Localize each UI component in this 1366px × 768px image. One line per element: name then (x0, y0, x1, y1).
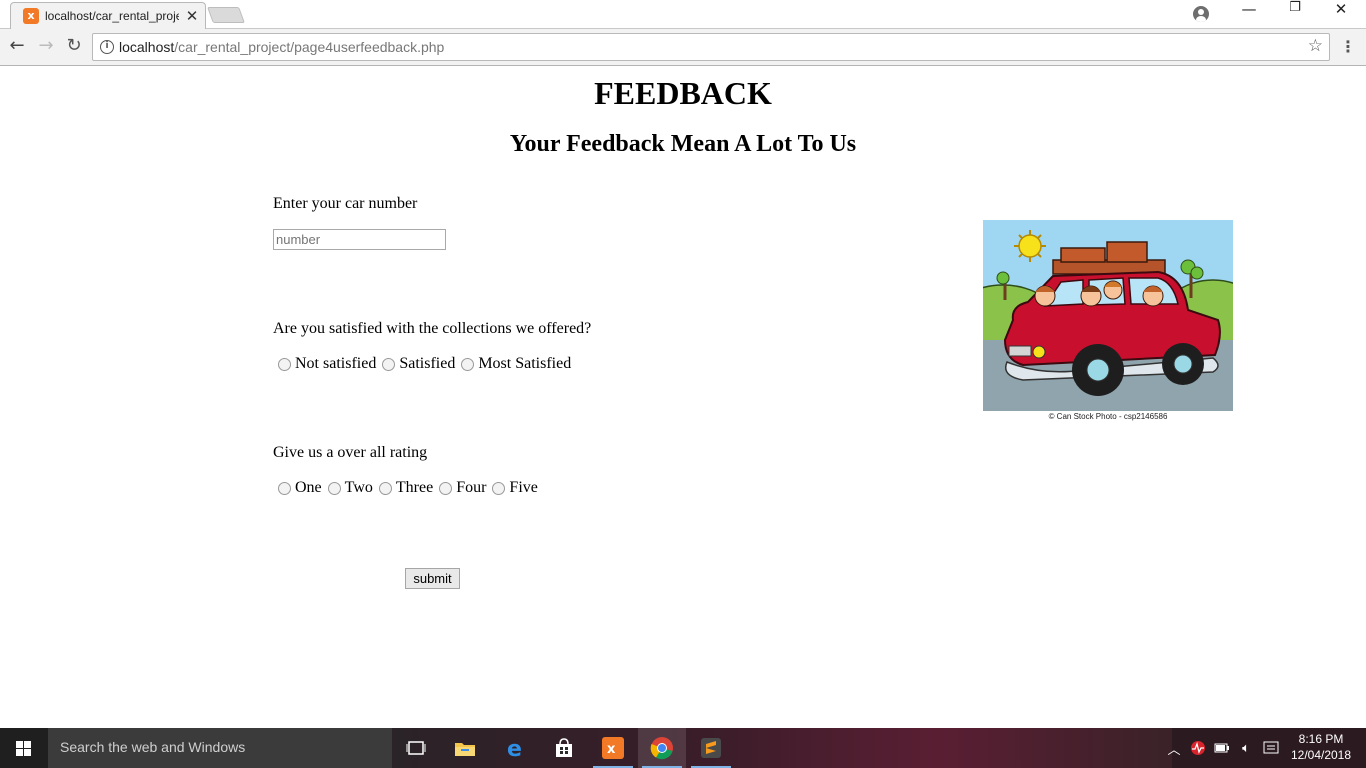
address-bar[interactable]: i localhost/car_rental_project/page4user… (92, 33, 1330, 61)
rating-radio-five[interactable] (492, 481, 506, 495)
back-arrow-icon[interactable]: ← (4, 35, 30, 59)
taskbar-search-box[interactable]: Search the web and Windows (48, 728, 392, 768)
satisfaction-options: Not satisfied Satisfied Most Satisfied (277, 355, 576, 373)
car-number-input[interactable] (273, 229, 446, 250)
show-hidden-icons-icon[interactable]: ︿ (1164, 728, 1184, 768)
forward-arrow-icon[interactable]: → (33, 35, 59, 59)
new-tab-button[interactable] (207, 7, 245, 23)
taskbar-clock[interactable]: 8:16 PM 12/04/2018 (1288, 731, 1354, 763)
volume-icon[interactable]: 🔈︎ (1236, 728, 1256, 768)
tab-title: localhost/car_rental_project/page4userfe… (45, 9, 179, 23)
radio-label: Two (344, 479, 373, 496)
clock-time: 8:16 PM (1298, 732, 1344, 746)
rating-radio-four[interactable] (439, 481, 453, 495)
chrome-icon[interactable] (638, 728, 686, 768)
svg-text:e: e (507, 737, 522, 759)
clock-date: 12/04/2018 (1290, 748, 1352, 762)
page-subtitle: Your Feedback Mean A Lot To Us (509, 131, 857, 157)
radio-label: Five (509, 479, 538, 496)
xampp-favicon-icon: x (23, 8, 39, 24)
minimize-icon[interactable]: — (1226, 0, 1272, 28)
radio-label: Most Satisfied (478, 355, 572, 372)
page-title: FEEDBACK (594, 75, 772, 111)
action-center-icon[interactable] (1260, 728, 1282, 768)
browser-tab[interactable]: x localhost/car_rental_project/page4user… (10, 2, 206, 30)
radio-label: Four (456, 479, 487, 496)
close-window-icon[interactable]: ✕ (1318, 0, 1364, 28)
xampp-icon[interactable]: x (589, 728, 637, 768)
family-car-illustration (983, 220, 1233, 411)
restore-icon[interactable]: ❐ (1272, 0, 1318, 28)
windows-logo-icon (16, 741, 32, 756)
rating-radio-three[interactable] (378, 481, 392, 495)
file-explorer-icon[interactable] (441, 728, 489, 768)
satisfaction-radio-most-satisfied[interactable] (461, 357, 475, 371)
sublime-text-icon[interactable] (687, 728, 735, 768)
bookmark-star-icon[interactable]: ☆ (1308, 36, 1323, 56)
store-icon[interactable] (540, 728, 588, 768)
browser-tab-strip: x localhost/car_rental_project/page4user… (0, 0, 1366, 30)
rating-radio-one[interactable] (278, 481, 291, 495)
radio-label: Satisfied (399, 355, 456, 372)
rating-radio-two[interactable] (327, 481, 341, 495)
radio-label: One (295, 479, 322, 496)
antivirus-tray-icon[interactable] (1188, 728, 1208, 768)
rating-question: Give us a over all rating (273, 444, 428, 461)
tab-close-icon[interactable]: ✕ (183, 6, 201, 26)
submit-button[interactable]: submit (405, 568, 460, 589)
edge-icon[interactable]: e (491, 728, 539, 768)
task-view-icon[interactable] (392, 728, 440, 768)
satisfaction-question: Are you satisfied with the collections w… (273, 320, 592, 337)
start-button[interactable] (0, 728, 48, 768)
profile-icon[interactable] (1193, 6, 1209, 22)
page-content: FEEDBACK Your Feedback Mean A Lot To Us … (0, 67, 1366, 728)
battery-icon[interactable] (1212, 728, 1232, 768)
svg-text:x: x (607, 742, 616, 757)
radio-label: Three (395, 479, 434, 496)
browser-toolbar: ← → ↻ i localhost/car_rental_project/pag… (0, 29, 1366, 66)
info-icon[interactable]: i (100, 40, 114, 54)
car-number-label: Enter your car number (273, 195, 418, 212)
image-caption: © Can Stock Photo - csp2146586 (1048, 412, 1168, 421)
satisfaction-radio-not-satisfied[interactable] (278, 357, 291, 371)
reload-icon[interactable]: ↻ (61, 35, 87, 59)
menu-icon[interactable]: ⋮ (1340, 35, 1356, 59)
rating-options: One Two Three Four Five (277, 479, 543, 497)
satisfaction-radio-satisfied[interactable] (382, 357, 396, 371)
radio-label: Not satisfied (295, 355, 377, 372)
url-text[interactable]: localhost/car_rental_project/page4userfe… (119, 39, 444, 55)
windows-taskbar: Search the web and Windows e x ︿ 🔈︎ 8:16… (0, 728, 1366, 768)
